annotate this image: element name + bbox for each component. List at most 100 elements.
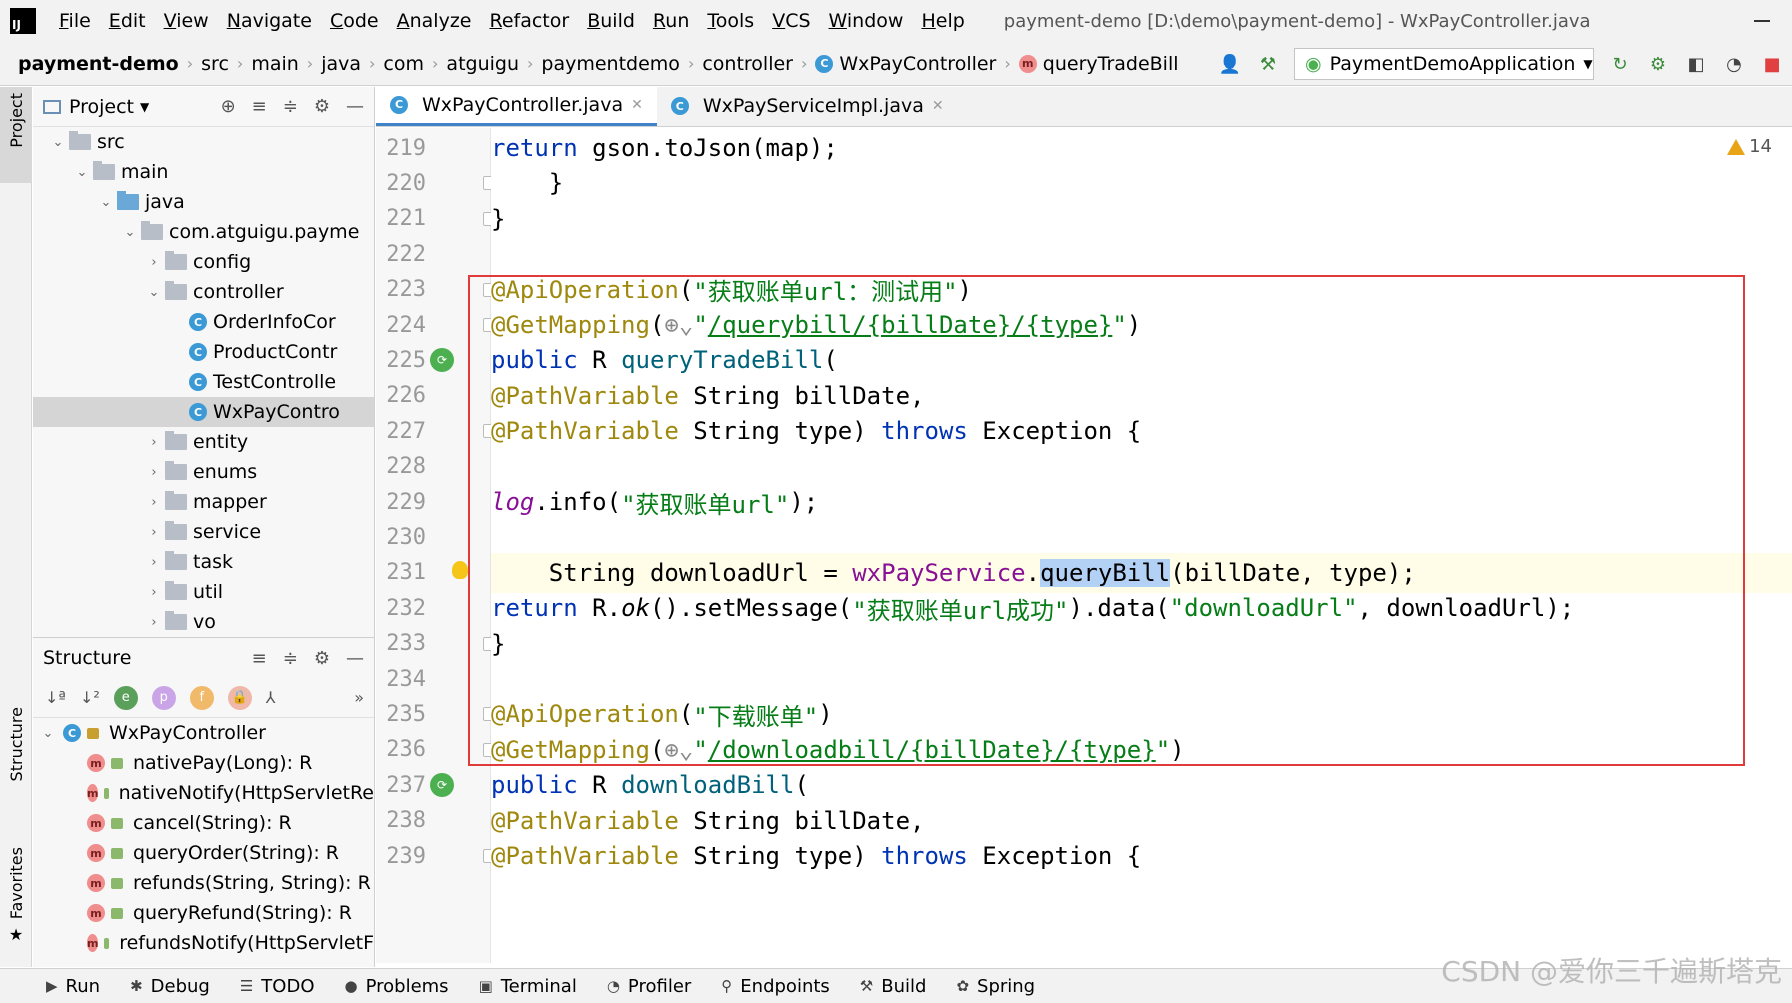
- code-line[interactable]: return R. ok ().setMessage("获取账单url成功").da…: [491, 588, 1574, 628]
- tool-window-run[interactable]: ▶ Run: [46, 976, 100, 997]
- close-icon[interactable]: ✕: [932, 98, 944, 114]
- debug-icon[interactable]: ⚙: [1646, 52, 1670, 76]
- lightbulb-icon[interactable]: [452, 560, 468, 579]
- breadcrumb-class[interactable]: C WxPayController: [815, 53, 996, 75]
- tree-item[interactable]: › vo: [33, 607, 374, 637]
- user-icon[interactable]: 👤: [1218, 52, 1242, 76]
- gear-icon[interactable]: ⚙: [314, 648, 330, 669]
- code-line[interactable]: @ApiOperation("获取账单url：测试用"): [491, 270, 972, 310]
- breadcrumb-paymentdemo[interactable]: paymentdemo: [541, 53, 680, 75]
- endpoint-run-icon[interactable]: ⟳: [430, 773, 454, 798]
- tool-window-problems[interactable]: ● Problems: [345, 976, 449, 997]
- tree-item[interactable]: ⌄ com.atguigu.payme: [33, 217, 374, 247]
- tree-item[interactable]: ⌄ controller: [33, 277, 374, 307]
- rerun-icon[interactable]: ↻: [1608, 52, 1632, 76]
- tool-window-todo[interactable]: ☰ TODO: [240, 976, 315, 997]
- structure-member[interactable]: m queryRefund(String): R: [33, 898, 374, 928]
- tree-item[interactable]: › service: [33, 517, 374, 547]
- editor-tab[interactable]: C WxPayController.java ✕: [376, 86, 657, 126]
- breadcrumb-src[interactable]: src: [201, 53, 229, 75]
- chevron-right-icon[interactable]: ›: [143, 525, 165, 540]
- tool-tab-structure[interactable]: Structure: [0, 707, 32, 807]
- breadcrumb-controller[interactable]: controller: [702, 53, 793, 75]
- chevron-right-icon[interactable]: ›: [143, 585, 165, 600]
- code-line[interactable]: }: [491, 199, 505, 239]
- menu-analyze[interactable]: Analyze: [388, 10, 481, 32]
- code-line[interactable]: log .info("获取账单url");: [491, 482, 818, 522]
- chevron-down-icon[interactable]: ▼: [140, 100, 149, 114]
- tree-item[interactable]: › util: [33, 577, 374, 607]
- structure-member[interactable]: m cancel(String): R: [33, 808, 374, 838]
- tool-window-profiler[interactable]: ◔ Profiler: [607, 976, 691, 997]
- hide-icon[interactable]: —: [346, 648, 364, 669]
- menu-refactor[interactable]: Refactor: [480, 10, 578, 32]
- structure-root[interactable]: ⌄ C WxPayController: [33, 718, 374, 748]
- hammer-build-icon[interactable]: ⚒: [1256, 52, 1280, 76]
- show-properties-icon[interactable]: p: [151, 685, 176, 710]
- breadcrumb-atguigu[interactable]: atguigu: [446, 53, 519, 75]
- menu-vcs[interactable]: VCS: [763, 10, 819, 32]
- show-fields-icon[interactable]: f: [189, 685, 214, 710]
- structure-member[interactable]: m queryOrder(String): R: [33, 838, 374, 868]
- menu-run[interactable]: Run: [644, 10, 698, 32]
- sort-alpha-icon[interactable]: ↓ª: [45, 688, 66, 707]
- menu-tools[interactable]: Tools: [698, 10, 763, 32]
- code-editor[interactable]: return gson.toJson(map); }} @ApiOperation…: [491, 128, 1792, 963]
- coverage-icon[interactable]: ◧: [1684, 52, 1708, 76]
- tool-window-spring[interactable]: ✿ Spring: [956, 976, 1035, 997]
- tree-item[interactable]: C OrderInfoCor: [33, 307, 374, 337]
- code-line[interactable]: @PathVariable String type) throws Except…: [491, 836, 1141, 876]
- chevron-right-icon[interactable]: ›: [143, 465, 165, 480]
- chevron-down-icon[interactable]: ⌄: [95, 195, 117, 210]
- menu-window[interactable]: Window: [820, 10, 913, 32]
- autoscroll-icon[interactable]: ⅄: [266, 688, 276, 707]
- expand-all-icon[interactable]: ≡: [252, 96, 267, 117]
- locate-icon[interactable]: ⊕: [221, 96, 236, 117]
- code-line[interactable]: @PathVariable String type) throws Except…: [491, 411, 1141, 451]
- tool-window-endpoints[interactable]: ⚲ Endpoints: [721, 976, 830, 997]
- structure-member[interactable]: m nativePay(Long): R: [33, 748, 374, 778]
- breadcrumb-project[interactable]: payment-demo: [18, 53, 179, 75]
- tree-item[interactable]: › config: [33, 247, 374, 277]
- tree-item[interactable]: › entity: [33, 427, 374, 457]
- tool-window-build[interactable]: ⚒ Build: [860, 976, 927, 997]
- tool-tab-favorites[interactable]: Favorites ★: [0, 847, 32, 957]
- collapse-all-icon[interactable]: ≑: [283, 96, 298, 117]
- code-line[interactable]: }: [491, 163, 563, 203]
- code-line[interactable]: }: [491, 624, 505, 664]
- code-line[interactable]: @ApiOperation("下载账单"): [491, 694, 833, 734]
- code-line[interactable]: return gson.toJson(map);: [491, 128, 838, 168]
- menu-code[interactable]: Code: [321, 10, 388, 32]
- show-inherited-icon[interactable]: e: [113, 685, 138, 710]
- menu-edit[interactable]: Edit: [100, 10, 155, 32]
- chevron-right-icon[interactable]: ›: [143, 555, 165, 570]
- tool-tab-project[interactable]: Project: [0, 87, 32, 183]
- tool-window-terminal[interactable]: ▣ Terminal: [479, 976, 577, 997]
- tree-item[interactable]: › task: [33, 547, 374, 577]
- menu-navigate[interactable]: Navigate: [218, 10, 321, 32]
- tree-item[interactable]: ⌄ main: [33, 157, 374, 187]
- tree-item[interactable]: ⌄ java: [33, 187, 374, 217]
- code-line[interactable]: @GetMapping(⊕⌄ "/querybill/{billDate}/{ty…: [491, 305, 1141, 345]
- expand-all-icon[interactable]: ≡: [252, 648, 267, 669]
- warnings-indicator[interactable]: 14: [1727, 136, 1772, 157]
- tree-item[interactable]: › enums: [33, 457, 374, 487]
- tree-item[interactable]: C TestControlle: [33, 367, 374, 397]
- structure-member[interactable]: m refunds(String, String): R: [33, 868, 374, 898]
- chevron-right-icon[interactable]: ›: [143, 495, 165, 510]
- chevron-down-icon[interactable]: ⌄: [119, 225, 141, 240]
- tool-window-debug[interactable]: ✱ Debug: [130, 976, 210, 997]
- chevron-right-icon[interactable]: ›: [143, 255, 165, 270]
- tree-item[interactable]: ⌄ src: [33, 127, 374, 157]
- breadcrumb-java[interactable]: java: [321, 53, 361, 75]
- code-line[interactable]: public R queryTradeBill(: [491, 340, 838, 380]
- tree-item[interactable]: C ProductContr: [33, 337, 374, 367]
- menu-help[interactable]: Help: [912, 10, 973, 32]
- menu-file[interactable]: File: [50, 10, 100, 32]
- code-line[interactable]: String downloadUrl = wxPayService. queryB…: [491, 552, 1792, 593]
- structure-member[interactable]: m nativeNotify(HttpServletRe: [33, 778, 374, 808]
- breadcrumb-com[interactable]: com: [383, 53, 424, 75]
- tree-item[interactable]: › mapper: [33, 487, 374, 517]
- chevron-right-icon[interactable]: ›: [143, 615, 165, 630]
- structure-member[interactable]: m refundsNotify(HttpServletF: [33, 928, 374, 958]
